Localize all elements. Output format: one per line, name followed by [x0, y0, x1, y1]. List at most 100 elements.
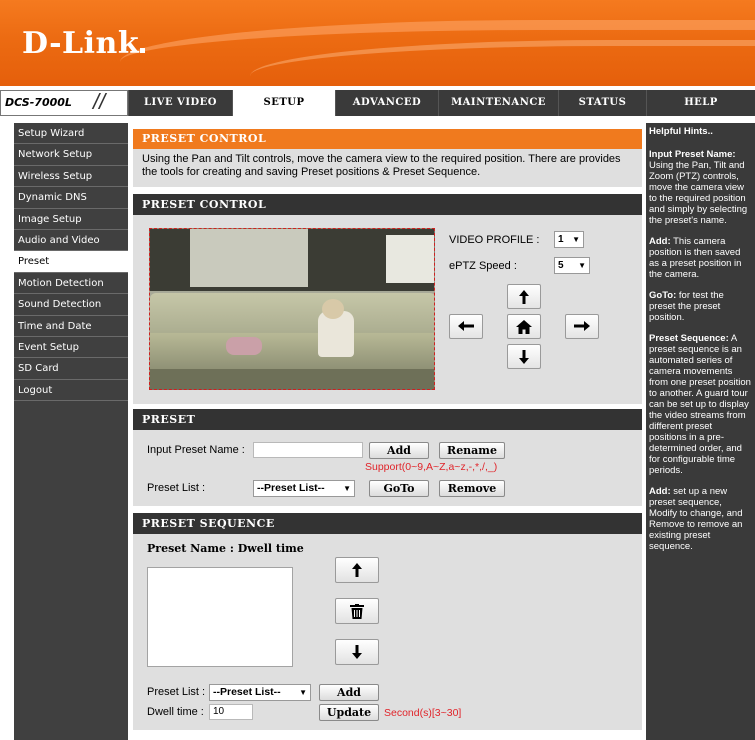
- logo-dot: [140, 48, 146, 53]
- arrow-up-icon: [519, 290, 529, 304]
- help-item-head: Preset Sequence:: [649, 333, 729, 344]
- preset-name-input[interactable]: [253, 442, 363, 458]
- video-window: [190, 229, 308, 287]
- header-banner: D-Link: [0, 0, 755, 86]
- eptz-speed-label: ePTZ Speed :: [449, 260, 517, 272]
- help-item-head: Input Preset Name:: [649, 149, 736, 160]
- chevron-down-icon: ▼: [578, 261, 586, 270]
- help-item: Preset Sequence: A preset sequence is an…: [649, 333, 752, 476]
- preset-list-label: Preset List :: [147, 482, 206, 494]
- preset-list-value: --Preset List--: [257, 482, 325, 494]
- add-preset-button[interactable]: Add: [369, 442, 429, 459]
- help-item-body: Using the Pan, Tilt and Zoom (PTZ) contr…: [649, 160, 748, 226]
- video-profile-label: VIDEO PROFILE :: [449, 234, 540, 246]
- arrow-down-icon: [519, 350, 529, 364]
- sidebar-item-setup-wizard[interactable]: Setup Wizard: [14, 123, 128, 145]
- help-item: Input Preset Name: Using the Pan, Tilt a…: [649, 149, 752, 226]
- rename-preset-button[interactable]: Rename: [439, 442, 505, 459]
- tab-maintenance[interactable]: MAINTENANCE: [438, 90, 558, 116]
- preset-list-select[interactable]: --Preset List-- ▼: [253, 480, 355, 497]
- tab-live-video[interactable]: LIVE VIDEO: [128, 90, 232, 116]
- sidebar: Setup Wizard Network Setup Wireless Setu…: [14, 123, 128, 740]
- help-title: Helpful Hints..: [649, 126, 713, 137]
- remove-preset-button[interactable]: Remove: [439, 480, 505, 497]
- dwell-time-note: Second(s)[3~30]: [384, 707, 462, 719]
- arrow-left-icon: [458, 321, 474, 331]
- preset-control-panel: PRESET CONTROL VIDEO PROFILE : 1 ▼ ePTZ S…: [133, 194, 642, 404]
- video-profile-select[interactable]: 1 ▼: [554, 231, 584, 248]
- video-dog-head: [322, 299, 344, 319]
- sidebar-item-audio-video[interactable]: Audio and Video: [14, 230, 128, 252]
- intro-panel: PRESET CONTROL Using the Pan and Tilt co…: [133, 129, 642, 187]
- chevron-down-icon: ▼: [572, 235, 580, 244]
- help-item: Add: This camera position is then saved …: [649, 236, 752, 280]
- help-item-head: GoTo:: [649, 290, 677, 301]
- home-icon: [516, 320, 532, 334]
- pan-left-button[interactable]: [449, 314, 483, 339]
- tab-setup[interactable]: SETUP: [232, 90, 335, 116]
- sequence-preset-list-label: Preset List :: [147, 686, 206, 698]
- preset-panel: PRESET Input Preset Name : Add Rename Su…: [133, 409, 642, 506]
- eptz-speed-select[interactable]: 5 ▼: [554, 257, 590, 274]
- video-floor: [150, 369, 434, 389]
- video-light: [386, 235, 434, 283]
- sequence-listbox[interactable]: [147, 567, 293, 667]
- video-sofa-back: [150, 293, 434, 337]
- sidebar-item-preset[interactable]: Preset: [14, 251, 128, 273]
- preset-control-title: PRESET CONTROL: [133, 194, 642, 215]
- tab-advanced[interactable]: ADVANCED: [335, 90, 438, 116]
- main-content: PRESET CONTROL Using the Pan and Tilt co…: [128, 123, 646, 740]
- help-panel: Helpful Hints.. Input Preset Name: Using…: [646, 123, 755, 740]
- support-note: Support(0~9,A~Z,a~z,-,*,/,_): [365, 461, 498, 473]
- sidebar-item-network-setup[interactable]: Network Setup: [14, 144, 128, 166]
- pan-down-button[interactable]: [507, 344, 541, 369]
- model-box: DCS-7000L //: [0, 89, 128, 116]
- dwell-time-label: Dwell time :: [147, 706, 204, 718]
- pan-right-button[interactable]: [565, 314, 599, 339]
- help-item-head: Add:: [649, 486, 671, 497]
- dlink-logo: D-Link: [22, 26, 146, 61]
- sidebar-item-time-date[interactable]: Time and Date: [14, 316, 128, 337]
- logo-text: D-Link: [22, 26, 140, 61]
- update-sequence-button[interactable]: Update: [319, 704, 379, 721]
- chevron-down-icon: ▼: [299, 688, 307, 697]
- pan-up-button[interactable]: [507, 284, 541, 309]
- sidebar-item-dynamic-dns[interactable]: Dynamic DNS: [14, 187, 128, 209]
- sequence-subtitle: Preset Name : Dwell time: [147, 542, 304, 555]
- preset-sequence-panel: PRESET SEQUENCE Preset Name : Dwell time…: [133, 513, 642, 730]
- top-nav: DCS-7000L // LIVE VIDEO SETUP ADVANCED M…: [0, 86, 755, 116]
- sidebar-item-sound-detection[interactable]: Sound Detection: [14, 294, 128, 316]
- arrow-down-icon: [352, 645, 362, 659]
- video-profile-value: 1: [558, 234, 564, 245]
- sequence-preset-list-value: --Preset List--: [213, 686, 281, 698]
- sidebar-item-image-setup[interactable]: Image Setup: [14, 209, 128, 230]
- chevron-down-icon: ▼: [343, 484, 351, 493]
- add-sequence-button[interactable]: Add: [319, 684, 379, 701]
- video-sofa-seat: [150, 333, 434, 371]
- sequence-preset-list-select[interactable]: --Preset List-- ▼: [209, 684, 311, 701]
- help-item-head: Add:: [649, 236, 671, 247]
- live-video-view: [149, 228, 435, 390]
- arrow-up-icon: [352, 563, 362, 577]
- dwell-time-input[interactable]: 10: [209, 704, 253, 720]
- model-name: DCS-7000L: [5, 96, 72, 109]
- tab-help[interactable]: HELP: [646, 90, 755, 116]
- preset-sequence-title: PRESET SEQUENCE: [133, 513, 642, 534]
- delete-sequence-button[interactable]: [335, 598, 379, 624]
- input-preset-name-label: Input Preset Name :: [147, 444, 245, 456]
- sidebar-item-logout[interactable]: Logout: [14, 380, 128, 402]
- move-up-button[interactable]: [335, 557, 379, 583]
- intro-text: Using the Pan and Tilt controls, move th…: [142, 153, 621, 178]
- tab-status[interactable]: STATUS: [558, 90, 646, 116]
- sidebar-item-motion-detection[interactable]: Motion Detection: [14, 273, 128, 295]
- sidebar-item-sd-card[interactable]: SD Card: [14, 358, 128, 380]
- home-button[interactable]: [507, 314, 541, 339]
- preset-title: PRESET: [133, 409, 642, 430]
- help-item: Add: set up a new preset sequence, Modif…: [649, 486, 752, 552]
- goto-preset-button[interactable]: GoTo: [369, 480, 429, 497]
- sidebar-item-wireless-setup[interactable]: Wireless Setup: [14, 166, 128, 188]
- model-slashes: //: [93, 89, 106, 114]
- move-down-button[interactable]: [335, 639, 379, 665]
- sidebar-item-event-setup[interactable]: Event Setup: [14, 337, 128, 359]
- help-item: GoTo: for test the preset the preset pos…: [649, 290, 752, 323]
